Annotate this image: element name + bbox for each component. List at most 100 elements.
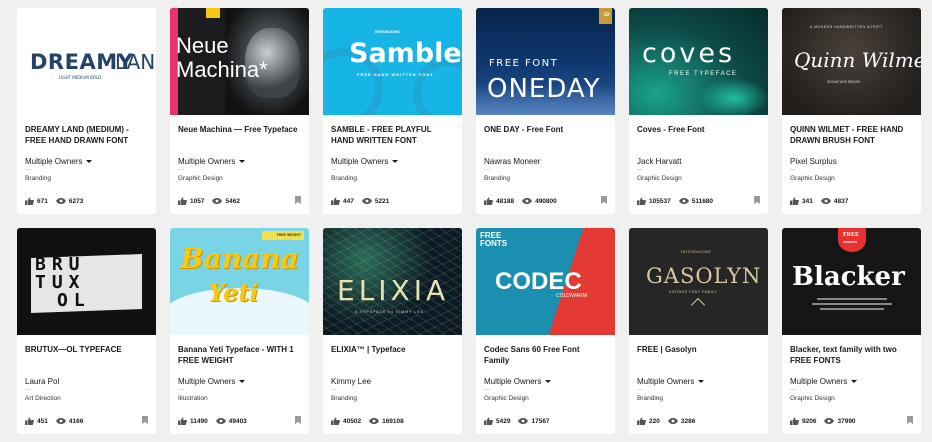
project-title[interactable]: BRUTUX—OL TYPEFACE [25,344,148,368]
creative-field[interactable]: Graphic Design [790,174,913,183]
project-thumbnail[interactable]: coves FREE TYPEFACE [629,8,768,115]
creative-field[interactable]: Illustration [178,394,301,403]
project-card[interactable]: FREE WEIGHTS Blacker Blacker, text famil… [782,228,921,434]
project-thumbnail[interactable]: DREAMY LAND LIGHT MEDIUM BOLD [17,8,156,115]
stats-row: 9206 37990 [790,416,913,426]
chevron-down-icon[interactable] [86,160,93,163]
project-title[interactable]: QUINN WILMET - FREE HAND DRAWN BRUSH FON… [790,124,913,148]
thumb-text: INTRODUCING [375,30,400,34]
project-title[interactable]: DREAMY LAND (MEDIUM) - FREE HAND DRAWN F… [25,124,148,148]
owner-name[interactable]: Pixel Surplus [790,156,913,167]
project-card[interactable]: FREE WEIGHT Banana Yeti Banana Yeti Type… [170,228,309,434]
thumb-text: Yeti [208,278,259,307]
bookmark-icon[interactable] [601,196,607,204]
project-thumbnail[interactable]: FREE WEIGHT Banana Yeti [170,228,309,335]
owner-name[interactable]: Multiple Owners [178,376,301,387]
project-thumbnail[interactable]: ELIXIA A TYPEFACE by KIMMY LEE [323,228,462,335]
bookmark-icon[interactable] [754,196,760,204]
chevron-down-icon[interactable] [392,160,399,163]
owner-name[interactable]: Laura Pol [25,376,148,387]
views-count: 511680 [691,197,714,205]
owner-name[interactable]: Nawras Moneer [484,156,607,167]
project-title[interactable]: Codec Sans 60 Free Font Family [484,344,607,368]
project-title[interactable]: FREE | Gasolyn [637,344,760,368]
project-title[interactable]: Coves - Free Font [637,124,760,148]
creative-field[interactable]: Branding [331,394,454,403]
project-thumbnail[interactable]: A MODERN HANDWRITTEN SCRIPT Quinn Wilmet… [782,8,921,115]
eye-icon [518,418,529,424]
separator: — [25,387,31,393]
stats-row: 671 6273 [25,196,148,206]
bookmark-icon[interactable] [142,416,148,424]
thumb-text: coves [642,38,736,69]
appreciations-stat: 40502 [331,417,361,425]
thumbs-up-icon [790,197,799,205]
chevron-down-icon[interactable] [239,380,246,383]
project-card[interactable]: ELIXIA A TYPEFACE by KIMMY LEE ELIXIA™ |… [323,228,462,434]
separator: — [25,167,31,173]
project-card[interactable]: BRU TUX OL BRUTUX—OL TYPEFACE Laura Pol … [17,228,156,434]
owner-name[interactable]: Kimmy Lee [331,376,454,387]
project-card[interactable]: INTRODUCING GASOLYN VINTAGE FONT FAMILY … [629,228,768,434]
views-count: 49403 [228,417,247,425]
appreciations-stat: 105537 [637,197,671,205]
project-card[interactable]: DREAMY LAND LIGHT MEDIUM BOLD DREAMY LAN… [17,8,156,214]
project-title[interactable]: Neue Machina — Free Typeface [178,124,301,148]
owner-label: Pixel Surplus [790,157,837,166]
chevron-down-icon[interactable] [851,380,858,383]
project-title[interactable]: ELIXIA™ | Typeface [331,344,454,368]
creative-field[interactable]: Graphic Design [790,394,913,403]
creative-field[interactable]: Graphic Design [637,174,760,183]
owner-label: Jack Harvatt [637,157,682,166]
creative-field[interactable]: Branding [25,174,148,183]
bookmark-icon[interactable] [295,196,301,204]
project-card[interactable]: FREE FONTS CODEC COLD/WARM Codec Sans 60… [476,228,615,434]
owner-name[interactable]: Jack Harvatt [637,156,760,167]
project-thumbnail[interactable]: INTRODUCING Samble FREE HAND WRITTEN FON… [323,8,462,115]
thumb-text: GASOLYN [646,264,762,288]
owner-name[interactable]: Multiple Owners [331,156,454,167]
creative-field[interactable]: Branding [331,174,454,183]
project-thumbnail[interactable]: BRU TUX OL [17,228,156,335]
bookmark-icon[interactable] [295,416,301,424]
project-card[interactable]: A MODERN HANDWRITTEN SCRIPT Quinn Wilmet… [782,8,921,214]
thumb-text: SIGNATURE BRUSH [827,80,861,84]
owner-name[interactable]: Multiple Owners [637,376,760,387]
creative-field[interactable]: Graphic Design [178,174,301,183]
project-thumbnail[interactable]: INTRODUCING GASOLYN VINTAGE FONT FAMILY [629,228,768,335]
project-thumbnail[interactable]: FREE FONTS CODEC COLD/WARM [476,228,615,335]
project-title[interactable]: SAMBLE - FREE PLAYFUL HAND WRITTEN FONT [331,124,454,148]
project-card[interactable]: Neue Machina* Neue Machina — Free Typefa… [170,8,309,214]
project-card[interactable]: Gr FREE FONT ONEDAY ONE DAY - Free Font … [476,8,615,214]
project-card[interactable]: INTRODUCING Samble FREE HAND WRITTEN FON… [323,8,462,214]
chevron-down-icon[interactable] [239,160,246,163]
views-stat: 6273 [55,198,83,205]
thumb-text: A MODERN HANDWRITTEN SCRIPT [810,25,883,29]
project-title[interactable]: Banana Yeti Typeface - WITH 1 FREE WEIGH… [178,344,301,368]
chevron-down-icon[interactable] [545,380,552,383]
creative-field[interactable]: Graphic Design [484,394,607,403]
project-title[interactable]: Blacker, text family with two FREE FONTS [790,344,913,368]
project-thumbnail[interactable]: Neue Machina* [170,8,309,115]
separator: — [637,167,643,173]
owner-name[interactable]: Multiple Owners [25,156,148,167]
owner-name[interactable]: Multiple Owners [790,376,913,387]
chevron-down-icon[interactable] [698,380,705,383]
creative-field[interactable]: Art Direction [25,394,148,403]
appreciations-stat: 341 [790,197,813,205]
project-card[interactable]: coves FREE TYPEFACE Coves - Free Font Ja… [629,8,768,214]
thumbs-up-icon [484,197,493,205]
thumbs-up-icon [637,197,646,205]
creative-field[interactable]: Branding [637,394,760,403]
bookmark-icon[interactable] [907,416,913,424]
appreciations-count: 1057 [190,197,205,205]
eye-icon [55,418,66,424]
project-thumbnail[interactable]: Gr FREE FONT ONEDAY [476,8,615,115]
owner-name[interactable]: Multiple Owners [178,156,301,167]
owner-label: Multiple Owners [484,377,542,386]
project-title[interactable]: ONE DAY - Free Font [484,124,607,148]
thumb-text: Gr [604,12,610,18]
project-thumbnail[interactable]: FREE WEIGHTS Blacker [782,228,921,335]
creative-field[interactable]: Branding [484,174,607,183]
owner-name[interactable]: Multiple Owners [484,376,607,387]
